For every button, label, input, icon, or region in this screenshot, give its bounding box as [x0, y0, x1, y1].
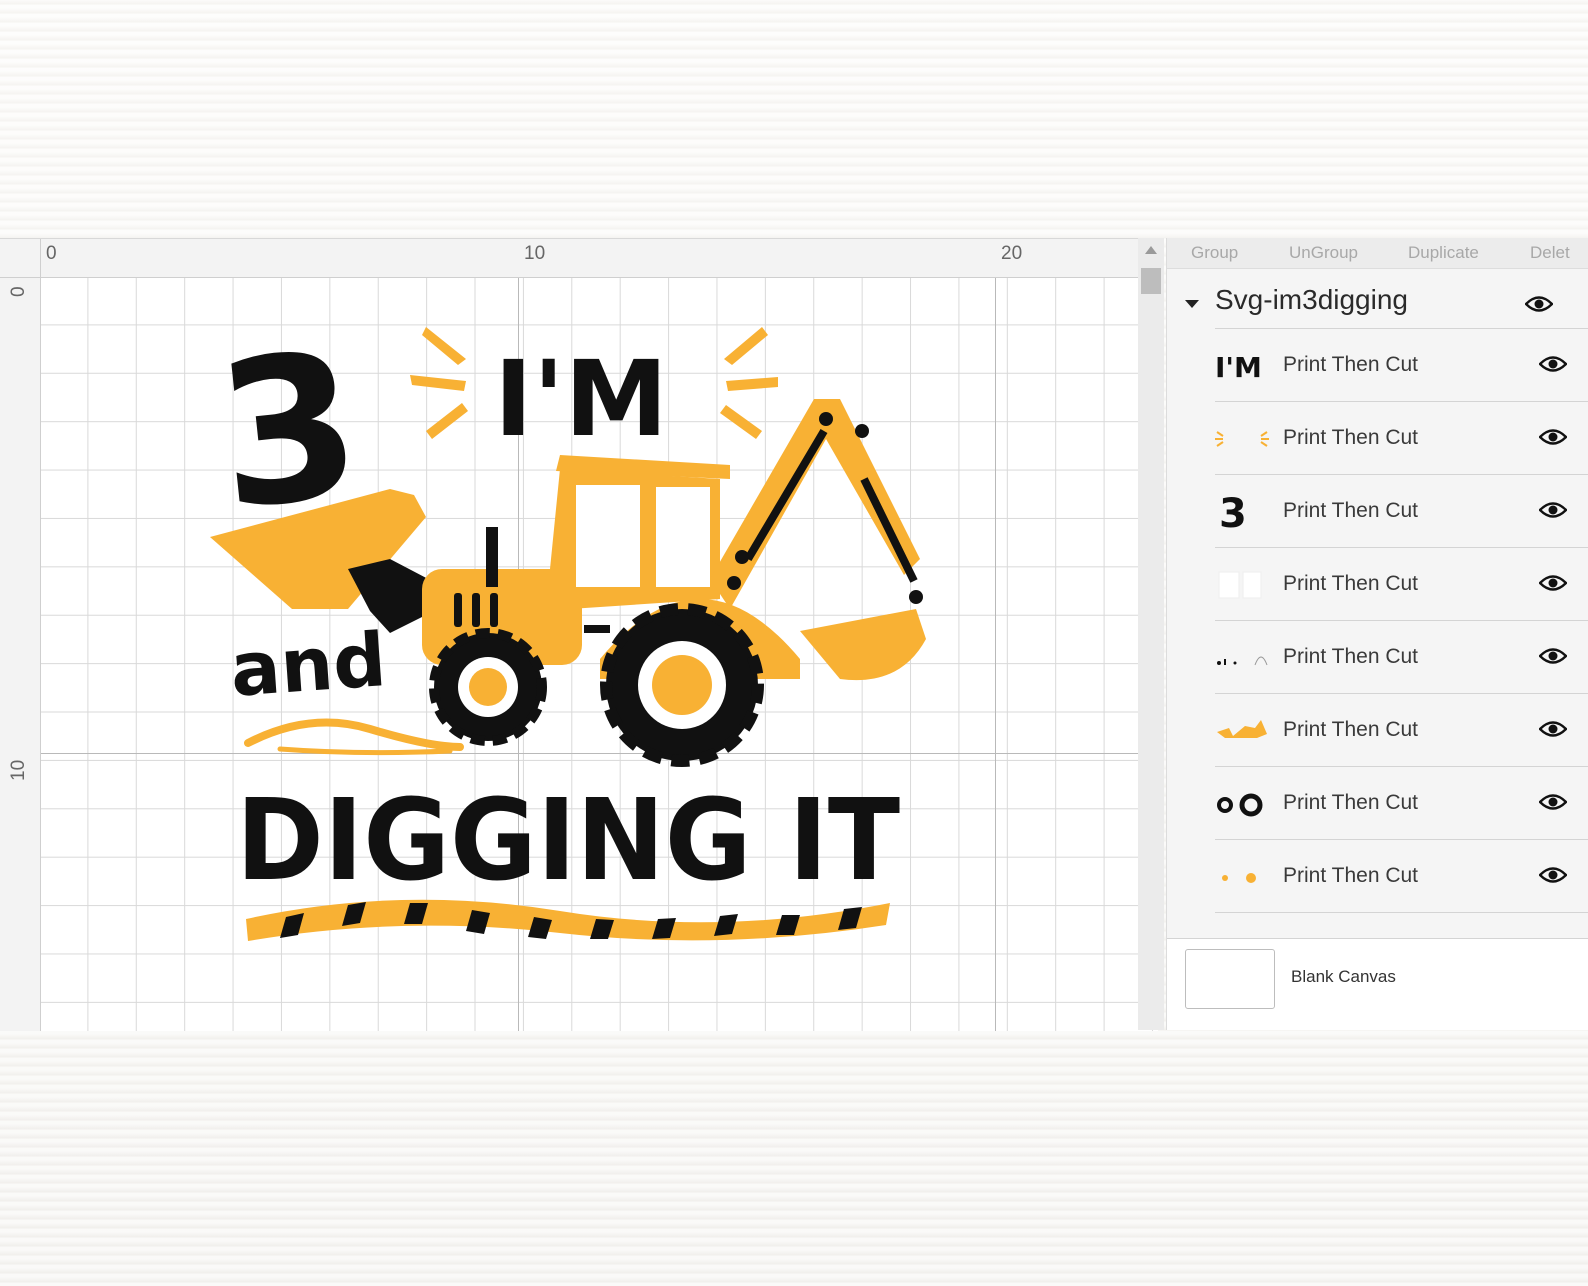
swoosh-line: [277, 746, 453, 756]
layer-row[interactable]: Print Then Cut: [1215, 766, 1588, 840]
ruler-vertical: [0, 239, 41, 1031]
svg-text:3: 3: [1219, 493, 1247, 529]
layer-row[interactable]: 3 Print Then Cut: [1215, 474, 1588, 548]
duplicate-button[interactable]: Duplicate: [1408, 243, 1479, 263]
blank-canvas-swatch[interactable]: [1185, 949, 1275, 1009]
layers-toolbar: Group UnGroup Duplicate Delet: [1167, 238, 1588, 269]
ungroup-button[interactable]: UnGroup: [1289, 243, 1358, 263]
backhoe-bucket: [800, 609, 926, 681]
pivot-bolt: [855, 424, 869, 438]
canvas-footer: Blank Canvas: [1167, 938, 1588, 1030]
layer-row[interactable]: Print Then Cut: [1215, 620, 1588, 694]
hubcaps-thumb: [1222, 873, 1256, 883]
number-three-thumb: 3: [1219, 493, 1247, 529]
eye-icon[interactable]: [1525, 295, 1553, 313]
design-and-text: and: [228, 617, 389, 714]
eye-icon[interactable]: [1539, 866, 1567, 884]
svg-text:I'M: I'M: [1215, 351, 1262, 383]
layer-row[interactable]: Print Then Cut: [1215, 547, 1588, 621]
grille-slot: [472, 593, 480, 627]
ruler-horizontal: [40, 239, 1158, 278]
layer-row[interactable]: Print Then Cut: [1215, 693, 1588, 767]
layer-group-row[interactable]: Svg-im3digging: [1167, 276, 1588, 328]
window-white-thumb: [1218, 571, 1262, 599]
eye-icon[interactable]: [1539, 574, 1567, 592]
grille-slot: [490, 593, 498, 627]
pivot-bolt: [727, 576, 741, 590]
pivot-bolt: [909, 590, 923, 604]
eye-icon[interactable]: [1539, 720, 1567, 738]
detail-pieces-thumb: [1217, 656, 1268, 666]
im-text-thumb: I'M: [1215, 351, 1262, 383]
eye-icon[interactable]: [1539, 355, 1567, 373]
ruler-tick-label: 10: [524, 243, 546, 264]
excavator-body-thumb: [1217, 720, 1267, 738]
grid-major-line: [995, 277, 996, 1031]
canvas-vertical-scrollbar[interactable]: [1138, 238, 1164, 1030]
design-artwork[interactable]: 3 I'M and DIGGING IT: [200, 319, 940, 959]
layer-group-name: Svg-im3digging: [1215, 284, 1408, 315]
ruler-tick-label: 0: [8, 286, 29, 297]
design-digging-text: DIGGING IT: [236, 776, 900, 906]
ruler-tick-label: 0: [46, 243, 57, 264]
layer-row[interactable]: Print Then Cut: [1215, 839, 1588, 913]
grille-slot: [454, 593, 462, 627]
scrollbar-thumb[interactable]: [1141, 268, 1161, 294]
tires-thumb: [1217, 793, 1263, 817]
layer-label: Print Then Cut: [1283, 791, 1419, 814]
layer-row[interactable]: Print Then Cut: [1215, 401, 1588, 475]
ruler-tick-label: 10: [8, 759, 29, 781]
layers-panel: Group UnGroup Duplicate Delet Svg-im3dig…: [1166, 238, 1588, 1030]
layer-label: Print Then Cut: [1283, 353, 1419, 376]
door-handle: [584, 625, 610, 633]
layer-label: Print Then Cut: [1283, 499, 1419, 522]
swoosh-line: [244, 718, 464, 751]
design-im-text: I'M: [494, 338, 668, 460]
backhoe-boom: [710, 399, 920, 609]
group-button[interactable]: Group: [1191, 243, 1238, 263]
scroll-up-arrow-icon[interactable]: [1145, 246, 1157, 254]
collapse-caret-icon[interactable]: [1185, 300, 1199, 308]
layer-row-partial[interactable]: [1215, 912, 1588, 937]
cab-window: [576, 485, 640, 587]
hydraulic-line: [860, 477, 918, 583]
sparkle-lines-thumb: [1215, 431, 1269, 447]
pivot-bolt: [735, 550, 749, 564]
ruler-tick-label: 20: [1001, 243, 1023, 264]
layer-label: Print Then Cut: [1283, 645, 1419, 668]
delete-button[interactable]: Delet: [1530, 243, 1570, 263]
pivot-bolt: [819, 412, 833, 426]
rear-wheel: [600, 603, 764, 767]
layer-label: Print Then Cut: [1283, 572, 1419, 595]
blank-canvas-label: Blank Canvas: [1291, 967, 1396, 986]
exhaust-pipe: [486, 527, 498, 587]
layer-label: Print Then Cut: [1283, 864, 1419, 887]
layer-row[interactable]: I'M Print Then Cut: [1215, 328, 1588, 402]
front-wheel: [429, 628, 547, 746]
eye-icon[interactable]: [1539, 501, 1567, 519]
layer-label: Print Then Cut: [1283, 718, 1419, 741]
cab-window: [656, 487, 710, 587]
design-canvas[interactable]: 0 10 20 0 10 3 I'M and DIGGING IT: [0, 238, 1158, 1031]
eye-icon[interactable]: [1539, 647, 1567, 665]
eye-icon[interactable]: [1539, 428, 1567, 446]
ruler-corner: [0, 239, 41, 278]
layer-label: Print Then Cut: [1283, 426, 1419, 449]
eye-icon[interactable]: [1539, 793, 1567, 811]
